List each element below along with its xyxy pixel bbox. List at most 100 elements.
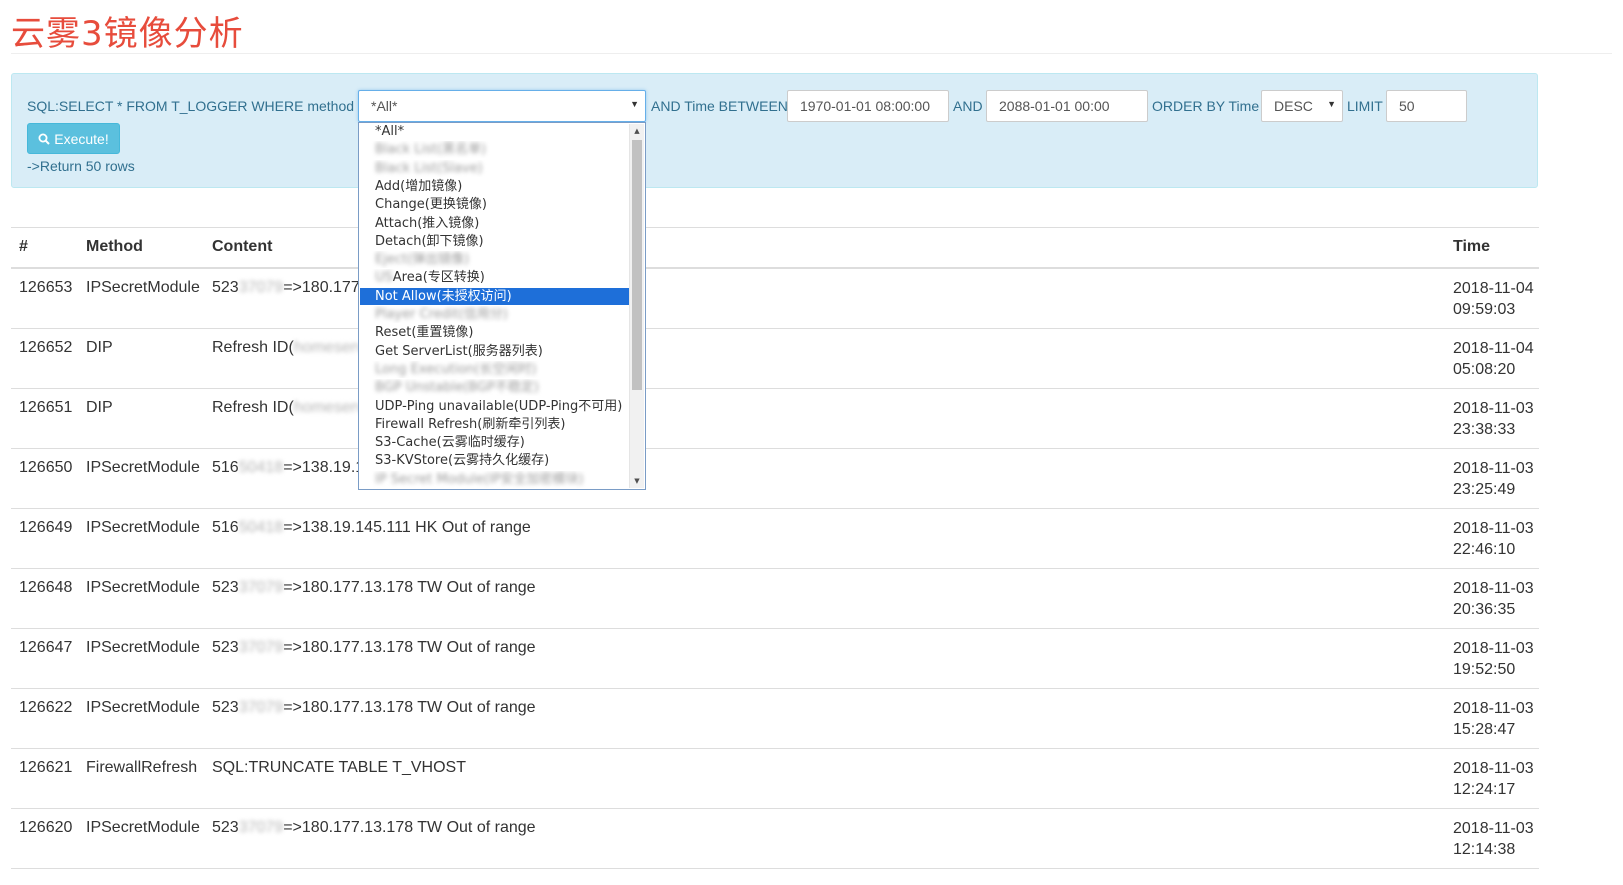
option-label: BGP Unstable(BGP不稳定)	[375, 380, 539, 396]
option-label: S3-Cache(云雾临时缓存)	[375, 435, 525, 451]
header-method: Method	[86, 238, 143, 255]
content-prefix: 523	[212, 699, 239, 716]
row-date: 2018-11-03	[1453, 640, 1534, 657]
row-date: 2018-11-04	[1453, 340, 1534, 357]
row-date: 2018-11-04	[1453, 280, 1534, 297]
header-content: Content	[212, 238, 273, 255]
chevron-down-icon: ▼	[630, 99, 639, 109]
row-id: 126621	[19, 759, 73, 776]
content-redacted: 37079	[238, 819, 284, 836]
row-method: IPSecretModule	[86, 519, 200, 536]
dropdown-option[interactable]: Detach(卸下镜像)	[360, 233, 630, 250]
table-row: 126621 FirewallRefresh SQL:TRUNCATE TABLE …	[11, 749, 1539, 809]
dropdown-option[interactable]: Attach(推入镜像)	[360, 215, 630, 232]
row-content: 52337079=>180.177.	[212, 279, 364, 297]
row-method: IPSecretModule	[86, 819, 200, 836]
table-row: 126620 IPSecretModule 52337079=>180.177.13…	[11, 809, 1539, 869]
row-clock: 12:24:17	[1453, 781, 1516, 798]
dropdown-option[interactable]: Eject(弹出镜像)	[360, 251, 630, 268]
row-clock: 22:46:10	[1453, 541, 1516, 558]
row-time: 2018-11-03 12:14:38	[1453, 818, 1534, 860]
table-header: # Method Content Time	[11, 227, 1539, 269]
option-label: Attach(推入镜像)	[375, 215, 480, 231]
chevron-down-icon: ▼	[1327, 99, 1336, 109]
row-method: DIP	[86, 399, 113, 416]
and-label: AND	[953, 98, 983, 114]
dropdown-option[interactable]: S3-KVStore(云雾持久化缓存)	[360, 452, 630, 469]
row-method: DIP	[86, 339, 113, 356]
search-icon	[38, 133, 50, 145]
row-date: 2018-11-03	[1453, 400, 1534, 417]
row-date: 2018-11-03	[1453, 520, 1534, 537]
header-time: Time	[1453, 238, 1491, 255]
dropdown-option[interactable]: Black List(黑名单)	[360, 141, 630, 158]
option-label: *All*	[375, 124, 405, 139]
order-select[interactable]: DESC ▼	[1261, 90, 1343, 122]
scroll-up-icon[interactable]: ▲	[630, 124, 644, 138]
content-redacted: 37079	[238, 279, 284, 296]
row-id: 126620	[19, 819, 73, 836]
content-redacted: 37079	[238, 699, 284, 716]
dropdown-option[interactable]: BGP Unstable(BGP不稳定)	[360, 379, 630, 396]
row-clock: 23:38:33	[1453, 421, 1516, 438]
dropdown-option[interactable]: *All*	[360, 123, 630, 140]
scrollbar-thumb[interactable]	[632, 140, 642, 390]
row-content: 52337079=>180.177.13.178 TW Out of range	[212, 579, 536, 597]
row-date: 2018-11-03	[1453, 760, 1534, 777]
row-method: IPSecretModule	[86, 639, 200, 656]
return-rows-text: ->Return 50 rows	[27, 158, 135, 174]
dropdown-option[interactable]: Firewall Refresh(刷新牵引列表)	[360, 416, 630, 433]
time-from-input[interactable]: 1970-01-01 08:00:00	[787, 90, 949, 122]
dropdown-option[interactable]: Change(更换镜像)	[360, 196, 630, 213]
time-to-input[interactable]: 2088-01-01 00:00	[986, 90, 1148, 122]
row-time: 2018-11-03 19:52:50	[1453, 638, 1534, 680]
content-prefix: 523	[212, 279, 239, 296]
row-time: 2018-11-03 12:24:17	[1453, 758, 1534, 800]
content-suffix: =>180.177.13.178 TW Out of range	[283, 699, 536, 716]
dropdown-option[interactable]: S3-Cache(云雾临时缓存)	[360, 434, 630, 451]
order-by-label: ORDER BY Time	[1152, 98, 1260, 114]
scroll-down-icon[interactable]: ▼	[630, 474, 644, 488]
row-content: Refresh ID(homeserv	[212, 399, 364, 417]
dropdown-option[interactable]: Long Execution(长空闲时)	[360, 361, 630, 378]
execute-button[interactable]: Execute!	[27, 123, 120, 154]
dropdown-option[interactable]: Get ServerList(服务器列表)	[360, 343, 630, 360]
limit-label: LIMIT	[1347, 98, 1383, 114]
content-redacted: 37079	[238, 579, 284, 596]
time-between-label: AND Time BETWEEN	[651, 98, 788, 114]
content-suffix: =>180.177.13.178 TW Out of range	[283, 579, 536, 596]
row-id: 126653	[19, 279, 73, 296]
dropdown-scrollbar[interactable]: ▲ ▼	[629, 124, 644, 488]
dropdown-option[interactable]: Add(增加镜像)	[360, 178, 630, 195]
row-id: 126650	[19, 459, 73, 476]
option-label: Not Allow(未授权访问)	[375, 288, 512, 304]
row-content: 52337079=>180.177.13.178 TW Out of range	[212, 819, 536, 837]
row-content: 52337079=>180.177.13.178 TW Out of range	[212, 639, 536, 657]
content-prefix: Refresh ID(	[212, 339, 294, 356]
content-prefix: 516	[212, 519, 239, 536]
method-dropdown-list[interactable]: *All* Black List(黑名单) Black List(Slave) Add…	[358, 122, 646, 490]
limit-input[interactable]: 50	[1386, 90, 1467, 122]
dropdown-option[interactable]: Not Allow(未授权访问)	[360, 287, 630, 305]
content-prefix: 523	[212, 819, 239, 836]
dropdown-option[interactable]: Reset(重置镜像)	[360, 324, 630, 341]
dropdown-option[interactable]: UDP-Ping unavailable(UDP-Ping不可用)	[360, 398, 630, 415]
dropdown-option[interactable]: IP Secret Module(IP安全加密模块)	[360, 471, 630, 488]
row-clock: 05:08:20	[1453, 361, 1516, 378]
content-redacted: homeserv	[293, 399, 365, 416]
option-label: Eject(弹出镜像)	[375, 252, 470, 268]
content-suffix: =>180.177.13.178 TW Out of range	[283, 819, 536, 836]
row-time: 2018-11-03 20:36:35	[1453, 578, 1534, 620]
row-method: IPSecretModule	[86, 579, 200, 596]
method-select[interactable]: *All* ▼	[358, 90, 646, 122]
log-table: # Method Content Time 126653 IPSecretModu…	[11, 227, 1539, 869]
row-id: 126649	[19, 519, 73, 536]
dropdown-option[interactable]: Black List(Slave)	[360, 160, 630, 177]
sql-prefix-label: SQL:SELECT * FROM T_LOGGER WHERE method …	[27, 98, 367, 114]
row-method: IPSecretModule	[86, 279, 200, 296]
execute-button-label: Execute!	[54, 130, 109, 147]
dropdown-option[interactable]: Player Credit(信用分)	[360, 306, 630, 323]
dropdown-option[interactable]: USArea(专区转换)	[360, 269, 630, 286]
table-row: 126652 DIP Refresh ID(homeserv 2018-11-04 05…	[11, 329, 1539, 389]
row-method: IPSecretModule	[86, 699, 200, 716]
